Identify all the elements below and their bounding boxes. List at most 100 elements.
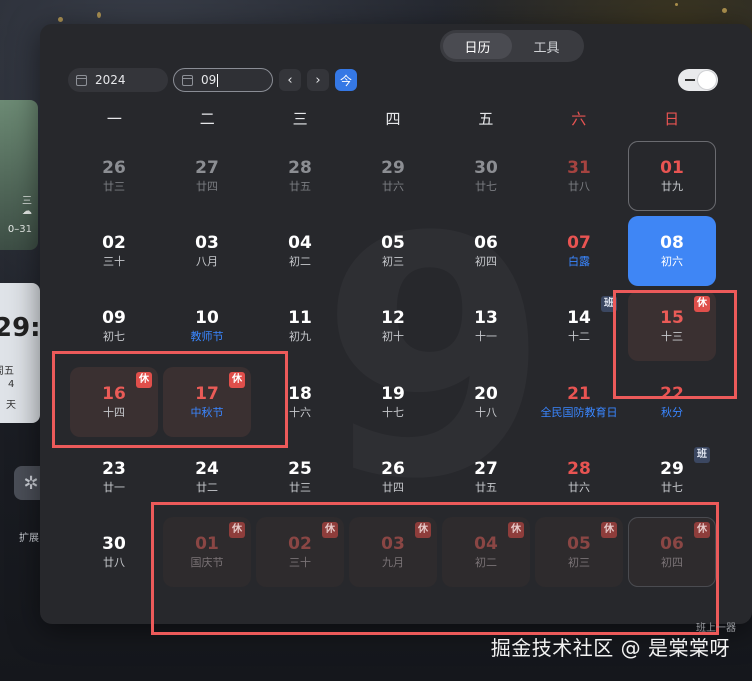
day-cell[interactable]: 04 初二 休	[442, 517, 530, 587]
lunar-date: 十二	[568, 330, 590, 344]
day-number: 01	[195, 534, 219, 554]
lunar-date: 廿五	[289, 180, 311, 193]
day-cell[interactable]: 26 廿四	[349, 442, 437, 512]
festival-label: 秋分	[661, 405, 683, 419]
lunar-date: 廿八	[103, 556, 125, 569]
day-number: 19	[381, 383, 405, 404]
day-cell[interactable]: 28 廿六	[535, 442, 623, 512]
day-cell[interactable]: 21 全民国防教育日	[535, 367, 623, 437]
day-number: 31	[567, 158, 591, 178]
year-value: 2024	[95, 73, 126, 87]
extension-label: 扩展	[19, 533, 39, 544]
day-cell[interactable]: 07 白露	[535, 216, 623, 286]
day-cell[interactable]: 19 十七	[349, 367, 437, 437]
lunar-date: 廿六	[382, 180, 404, 193]
workday-badge: 班	[694, 446, 710, 463]
day-cell[interactable]: 17 中秋节 休	[163, 366, 251, 437]
day-number: 13	[474, 308, 498, 329]
day-number: 26	[381, 458, 405, 479]
day-number: 01	[660, 158, 684, 178]
day-cell[interactable]: 31 廿八	[535, 141, 623, 211]
day-cell[interactable]: 15 十三 休	[628, 291, 716, 362]
tab-tools[interactable]: 工具	[512, 33, 581, 59]
day-cell[interactable]: 23 廿一	[70, 442, 158, 512]
day-cell[interactable]: 26 廿三	[70, 141, 158, 211]
day-cell[interactable]: 11 初九	[256, 291, 344, 361]
day-cell[interactable]: 01 国庆节 休	[163, 517, 251, 587]
lunar-date: 三十	[103, 255, 125, 269]
festival-label: 教师节	[190, 330, 224, 344]
clock-widget[interactable]: 29: 周五 4 天	[0, 283, 41, 423]
day-cell[interactable]: 01 廿九	[628, 141, 716, 211]
day-cell[interactable]: 20 十八	[442, 367, 530, 437]
day-cell[interactable]: 10 教师节	[163, 291, 251, 361]
day-number: 05	[567, 534, 591, 554]
month-value: 09	[201, 73, 217, 87]
rest-day-badge: 休	[694, 522, 710, 538]
lunar-date: 廿八	[568, 180, 590, 193]
lunar-date: 初七	[103, 330, 125, 344]
day-cell[interactable]: 22 秋分	[628, 367, 716, 437]
workday-badge: 班	[601, 296, 617, 313]
festival-label: 全民国防教育日	[540, 405, 618, 419]
view-tabs: 日历 工具	[440, 30, 584, 62]
day-number: 06	[474, 233, 498, 254]
lunar-date: 廿四	[382, 480, 404, 494]
day-cell[interactable]: 24 廿二	[163, 442, 251, 512]
day-cell[interactable]: 05 初三	[349, 216, 437, 286]
next-month-button[interactable]: ›	[307, 69, 329, 91]
lunar-date: 初三	[382, 255, 404, 269]
tab-calendar[interactable]: 日历	[443, 33, 512, 59]
day-cell[interactable]: 14 十二 班	[535, 291, 623, 361]
day-cell[interactable]: 03 八月	[163, 216, 251, 286]
day-number: 15	[660, 308, 684, 329]
day-cell[interactable]: 13 十一	[442, 291, 530, 361]
day-number: 02	[288, 534, 312, 554]
day-cell[interactable]: 02 三十 休	[256, 517, 344, 587]
day-cell[interactable]: 27 廿五	[442, 442, 530, 512]
month-input[interactable]: 09	[173, 68, 273, 92]
day-number: 27	[195, 158, 219, 178]
festival-label: 中秋节	[190, 405, 224, 419]
day-number: 28	[567, 458, 591, 479]
day-cell[interactable]: 09 初七	[70, 291, 158, 361]
day-cell[interactable]: 08 初六	[628, 216, 716, 287]
day-number: 30	[102, 534, 126, 554]
day-cell[interactable]: 05 初三 休	[535, 517, 623, 587]
year-input[interactable]: 2024	[68, 68, 168, 92]
lunar-date: 十四	[103, 405, 125, 419]
day-cell[interactable]: 03 九月 休	[349, 517, 437, 587]
lunar-date: 八月	[196, 255, 218, 269]
lunar-date: 廿七	[661, 480, 683, 494]
prev-month-button[interactable]: ‹	[279, 69, 301, 91]
today-button[interactable]: 今	[335, 69, 357, 91]
day-cell[interactable]: 29 廿七 班	[628, 442, 716, 512]
lunar-date: 初二	[289, 255, 311, 269]
day-number: 25	[288, 458, 312, 479]
day-cell[interactable]: 30 廿八	[70, 517, 158, 587]
day-cell[interactable]: 27 廿四	[163, 141, 251, 211]
day-cell[interactable]: 04 初二	[256, 216, 344, 286]
day-number: 14	[567, 308, 591, 329]
day-cell[interactable]: 25 廿三	[256, 442, 344, 512]
wallpaper-light	[675, 3, 678, 6]
day-cell[interactable]: 28 廿五	[256, 141, 344, 211]
day-cell[interactable]: 18 十六	[256, 367, 344, 437]
day-number: 06	[660, 534, 684, 554]
day-number: 10	[195, 308, 219, 329]
day-cell[interactable]: 02 三十	[70, 216, 158, 286]
day-cell[interactable]: 29 廿六	[349, 141, 437, 211]
lunar-date: 廿七	[475, 180, 497, 193]
day-cell[interactable]: 30 廿七	[442, 141, 530, 211]
day-cell[interactable]: 16 十四 休	[70, 366, 158, 437]
rest-day-badge: 休	[694, 296, 710, 313]
day-number: 09	[102, 308, 126, 329]
weekday-sun: 日	[664, 110, 680, 128]
festival-label: 国庆节	[190, 556, 224, 569]
day-cell[interactable]: 06 初四 休	[628, 517, 716, 587]
day-number: 27	[474, 458, 498, 479]
day-cell[interactable]: 12 初十	[349, 291, 437, 361]
day-cell[interactable]: 06 初四	[442, 216, 530, 286]
theme-toggle[interactable]	[678, 69, 718, 91]
weather-widget[interactable]: 三 ☁ 0–31	[0, 100, 38, 250]
